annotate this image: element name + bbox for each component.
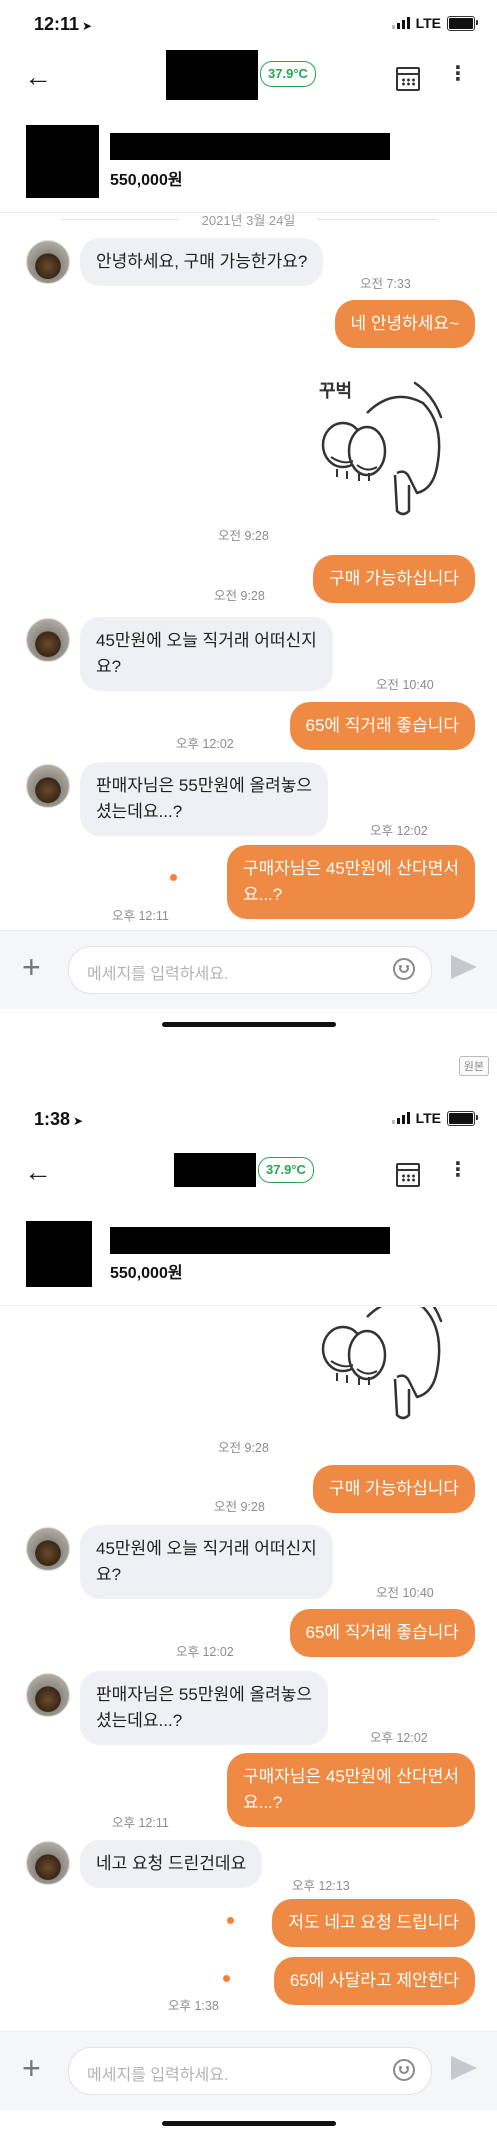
message-bubble-outgoing: 네 안녕하세요~ [334, 300, 475, 348]
unread-dot [227, 1917, 234, 1924]
chat-header: ← 37.9°C ⋮ [0, 48, 497, 106]
status-bar: 1:38 ➤ LTE [0, 1095, 497, 1143]
manner-temperature-badge: 37.9°C [258, 1157, 314, 1183]
unread-dot [223, 1975, 230, 1982]
avatar[interactable] [26, 1527, 70, 1571]
message-time: 오후 12:11 [112, 909, 169, 923]
partner-name-redacted [166, 50, 258, 100]
message-time: 오전 9:28 [218, 1441, 269, 1455]
plus-icon[interactable]: + [22, 2050, 41, 2086]
message-time: 오전 9:28 [214, 589, 265, 603]
bowing-bunny-sticker: 꾸벅 [305, 365, 455, 525]
message-time: 오전 9:28 [218, 529, 269, 543]
more-vert-icon[interactable]: ⋮ [448, 1160, 468, 1180]
more-vert-icon[interactable]: ⋮ [448, 64, 468, 84]
message-time: 오후 1:38 [168, 1999, 219, 2013]
message-bubble-outgoing: 65에 직거래 좋습니다 [289, 1609, 475, 1657]
message-input[interactable]: 메세지를 입력하세요. [68, 2047, 432, 2095]
message-bubble-incoming: 45만원에 오늘 직거래 어떠신지 요? [80, 617, 333, 691]
message-input-placeholder: 메세지를 입력하세요. [87, 966, 229, 983]
product-price: 550,000원 [110, 1265, 183, 1282]
emoji-icon[interactable] [393, 2059, 415, 2081]
screenshot-separator: 원본 [0, 1040, 497, 1095]
message-bubble-outgoing: 구매 가능하십니다 [313, 1465, 475, 1513]
date-divider: 2021년 3월 24일 [0, 210, 497, 229]
send-icon[interactable] [451, 2056, 477, 2080]
message-composer: + 메세지를 입력하세요. [0, 930, 497, 1009]
home-indicator [162, 2121, 336, 2126]
product-thumbnail [26, 1221, 92, 1287]
message-time: 오후 12:02 [176, 737, 234, 751]
unread-dot [170, 874, 177, 881]
product-summary[interactable]: 550,000원 [0, 116, 497, 213]
message-time: 오후 12:11 [112, 1816, 169, 1830]
avatar[interactable] [26, 764, 70, 808]
manner-temperature-badge: 37.9°C [260, 61, 316, 87]
network-label: LTE [415, 15, 441, 31]
message-time: 오후 12:02 [176, 1645, 234, 1659]
send-icon[interactable] [451, 955, 477, 979]
message-bubble-incoming: 45만원에 오늘 직거래 어떠신지 요? [80, 1525, 333, 1599]
avatar[interactable] [26, 1673, 70, 1717]
message-input-placeholder: 메세지를 입력하세요. [87, 2067, 229, 2084]
message-time: 오전 10:40 [376, 678, 434, 692]
message-time: 오전 9:28 [214, 1500, 265, 1514]
message-bubble-incoming: 네고 요청 드린건데요 [80, 1840, 263, 1888]
battery-icon [447, 15, 478, 31]
chat-header: ← 37.9°C ⋮ [0, 1143, 497, 1201]
message-bubble-outgoing: 저도 네고 요청 드립니다 [272, 1899, 475, 1947]
message-bubble-incoming: 판매자님은 55만원에 올려놓으 셨는데요...? [80, 1671, 329, 1745]
plus-icon[interactable]: + [22, 949, 41, 985]
avatar[interactable] [26, 240, 70, 284]
back-arrow-icon[interactable]: ← [24, 1158, 52, 1186]
product-thumbnail [26, 125, 99, 198]
message-time: 오후 12:02 [370, 1731, 428, 1745]
status-bar: 12:11 ➤ LTE [0, 0, 497, 48]
original-label: 원본 [458, 1056, 489, 1076]
status-time: 12:11 ➤ [34, 14, 93, 34]
emoji-icon[interactable] [393, 958, 415, 980]
chat-screen-2: 1:38➤ LTE ← 37.9°C ⋮ 550,000원 오전 9:28 오 [0, 1095, 497, 2140]
message-composer: + 메세지를 입력하세요. [0, 2031, 497, 2110]
calendar-icon[interactable] [396, 1163, 420, 1187]
partner-name-redacted [174, 1153, 256, 1187]
avatar[interactable] [26, 618, 70, 662]
message-time: 오후 12:13 [292, 1879, 350, 1893]
product-title-redacted [110, 1227, 390, 1254]
message-time: 오후 12:02 [370, 824, 428, 838]
bowing-bunny-sticker [305, 1307, 455, 1427]
message-bubble-outgoing: 65에 사달라고 제안한다 [273, 1957, 475, 2005]
calendar-icon[interactable] [396, 67, 420, 91]
message-time: 오전 10:40 [376, 1586, 434, 1600]
message-bubble-outgoing: 구매자님은 45만원에 산다면서 요...? [226, 845, 475, 919]
avatar[interactable] [26, 1841, 70, 1885]
message-input[interactable]: 메세지를 입력하세요. [68, 946, 432, 994]
product-title-redacted [110, 133, 390, 160]
location-arrow-icon: ➤ [82, 19, 93, 33]
back-arrow-icon[interactable]: ← [24, 63, 52, 91]
sticker-text: 꾸벅 [319, 381, 352, 402]
status-time: 1:38 ➤ [34, 1109, 84, 1129]
message-bubble-outgoing: 구매자님은 45만원에 산다면서 요...? [226, 1753, 475, 1827]
message-bubble-incoming: 안녕하세요, 구매 가능한가요? [80, 238, 324, 286]
network-label: LTE [415, 1110, 441, 1126]
location-arrow-icon: ➤ [73, 1114, 84, 1128]
signal-icon [391, 1112, 410, 1124]
message-bubble-outgoing: 구매 가능하십니다 [313, 555, 475, 603]
signal-icon [391, 17, 410, 29]
battery-icon [447, 1110, 478, 1126]
product-price: 550,000원 [110, 172, 183, 189]
product-summary[interactable]: 550,000원 [0, 1209, 497, 1306]
message-bubble-incoming: 판매자님은 55만원에 올려놓으 셨는데요...? [80, 762, 329, 836]
message-bubble-outgoing: 65에 직거래 좋습니다 [289, 702, 475, 750]
home-indicator [162, 1022, 336, 1027]
message-time: 오전 7:33 [360, 277, 411, 291]
chat-screen-1: 12:11 ➤ LTE ← 37.9°C ⋮ 550,000원 2021년 3월 … [0, 0, 497, 1040]
